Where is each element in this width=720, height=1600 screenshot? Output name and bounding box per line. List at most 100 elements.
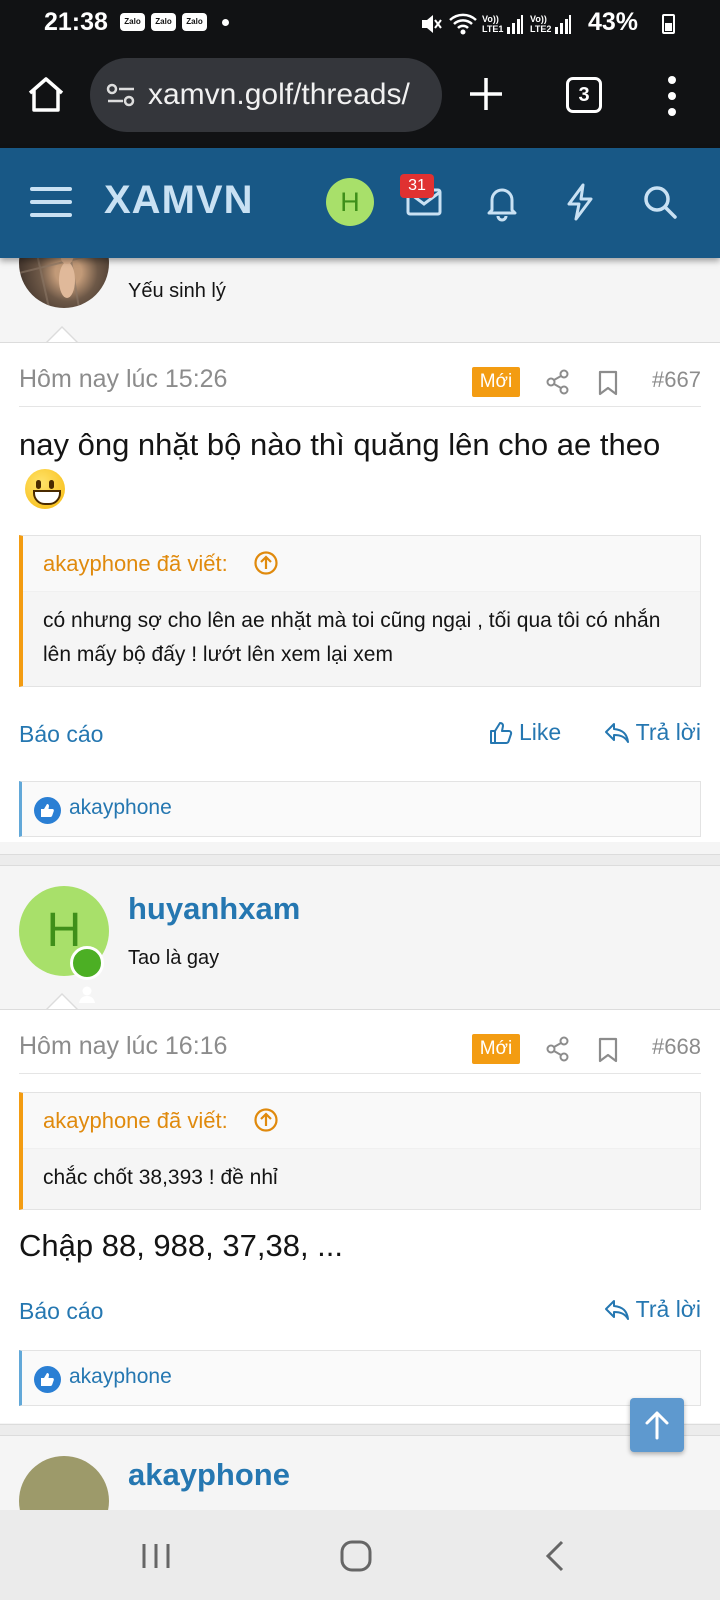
like-reaction-icon <box>34 797 61 824</box>
site-settings-icon[interactable] <box>106 82 136 108</box>
user-title: Yếu sinh lý <box>128 280 226 302</box>
recent-apps-icon[interactable] <box>136 1538 176 1574</box>
share-icon[interactable] <box>546 369 570 395</box>
post-667: Hôm nay lúc 15:26 Mới #667 nay ông nhặt … <box>0 342 720 842</box>
user-avatar[interactable]: H <box>19 886 109 1003</box>
post-668: Hôm nay lúc 16:16 Mới #668 akayphone đã … <box>0 1009 720 1423</box>
post-actions: Báo cáo Like Trả lời <box>19 715 701 755</box>
search-icon[interactable] <box>640 182 680 222</box>
post-body-text: Chập 88, 988, 37,38, ... <box>19 1228 344 1263</box>
new-tab-icon[interactable] <box>466 74 506 114</box>
quote-header[interactable]: akayphone đã viết: <box>23 536 700 592</box>
bell-icon[interactable] <box>482 182 522 222</box>
quote-block: akayphone đã viết: chắc chốt 38,393 ! đề… <box>19 1092 701 1210</box>
inbox-badge: 31 <box>400 174 434 198</box>
quote-text: có nhưng sợ cho lên ae nhặt mà toi cũng … <box>43 609 661 666</box>
like-reaction-icon <box>34 1366 61 1393</box>
post-date[interactable]: Hôm nay lúc 15:26 <box>19 365 227 394</box>
account-avatar[interactable]: H <box>326 178 374 226</box>
reaction-user[interactable]: akayphone <box>69 796 172 820</box>
reactions-bar[interactable]: akayphone <box>19 781 701 837</box>
signal-label-1: Vo)) LTE1 <box>482 14 504 34</box>
reply-icon <box>604 1299 629 1320</box>
post-actions: Báo cáo Trả lời <box>19 1292 701 1332</box>
quote-header[interactable]: akayphone đã viết: <box>23 1093 700 1149</box>
home-nav-icon[interactable] <box>336 1538 376 1574</box>
battery-percent: 43% <box>588 8 639 36</box>
new-badge: Mới <box>472 367 520 397</box>
go-to-quote-icon[interactable] <box>253 550 279 576</box>
post-pointer <box>46 326 78 343</box>
avatar-photo-icon <box>19 258 85 308</box>
bookmark-icon[interactable] <box>597 370 619 396</box>
post-meta: Hôm nay lúc 15:26 Mới #667 <box>19 343 701 407</box>
post-user-block: Yếu sinh lý <box>0 258 720 343</box>
post-user-block: H huyanhxam Tao là gay <box>0 867 720 1010</box>
signal-label-2: Vo)) LTE2 <box>530 14 552 34</box>
browser-toolbar: xamvn.golf/threads/ 3 <box>0 48 720 148</box>
system-nav-bar <box>0 1510 720 1600</box>
reactions-bar[interactable]: akayphone <box>19 1350 701 1406</box>
online-status-icon <box>70 946 104 1003</box>
tab-switcher-button[interactable]: 3 <box>566 77 602 113</box>
site-logo[interactable]: XAMVN <box>104 178 253 223</box>
reply-label: Trả lời <box>635 1296 701 1322</box>
reply-button[interactable]: Trả lời <box>604 1296 701 1323</box>
post-user-block: akayphone <box>0 1437 720 1510</box>
post-number[interactable]: #668 <box>652 1034 701 1060</box>
wifi-icon <box>449 13 477 35</box>
quote-block: akayphone đã viết: có nhưng sợ cho lên a… <box>19 535 701 687</box>
address-bar[interactable]: xamvn.golf/threads/ <box>90 58 442 132</box>
back-icon[interactable] <box>538 1538 578 1574</box>
quote-author[interactable]: akayphone đã viết: <box>43 1108 228 1134</box>
post-divider <box>0 1424 720 1436</box>
menu-icon[interactable] <box>30 184 72 220</box>
quote-text: chắc chốt 38,393 ! đề nhỉ <box>43 1166 278 1189</box>
quote-author[interactable]: akayphone đã viết: <box>43 551 228 577</box>
thread-content: Yếu sinh lý Hôm nay lúc 15:26 Mới #667 n… <box>0 258 720 1510</box>
post-meta: Hôm nay lúc 16:16 Mới #668 <box>19 1010 701 1074</box>
status-time: 21:38 <box>44 8 108 36</box>
reply-button[interactable]: Trả lời <box>604 719 701 746</box>
reaction-user[interactable]: akayphone <box>69 1365 172 1389</box>
report-link[interactable]: Báo cáo <box>19 721 103 748</box>
status-bar: 21:38 Zalo Zalo Zalo Vo)) LTE1 Vo)) LTE2… <box>0 0 720 48</box>
user-avatar[interactable] <box>19 1456 109 1510</box>
reply-icon <box>604 722 629 743</box>
post-pointer <box>46 993 78 1010</box>
more-vert-icon[interactable] <box>666 74 678 118</box>
post-number[interactable]: #667 <box>652 367 701 393</box>
share-icon[interactable] <box>546 1036 570 1062</box>
zalo-notification-icon: Zalo <box>151 13 176 31</box>
whats-new-bolt-icon[interactable] <box>560 182 600 222</box>
user-avatar[interactable] <box>19 258 109 308</box>
like-button[interactable]: Like <box>489 719 561 746</box>
username[interactable]: huyanhxam <box>128 891 300 927</box>
go-to-quote-icon[interactable] <box>253 1107 279 1133</box>
scroll-to-top-button[interactable] <box>630 1398 684 1452</box>
mute-icon <box>422 15 442 33</box>
more-notifications-dot <box>222 19 229 26</box>
username[interactable]: akayphone <box>128 1457 290 1493</box>
thumbs-up-icon <box>490 721 513 744</box>
signal-icon <box>555 15 571 34</box>
status-icons: Vo)) LTE1 Vo)) LTE2 <box>420 8 572 40</box>
arrow-up-icon <box>645 1411 669 1440</box>
battery-icon <box>662 14 675 34</box>
user-title: Tao là gay <box>128 947 220 969</box>
post-body: nay ông nhặt bộ nào thì quăng lên cho ae… <box>19 421 701 517</box>
post-body-text: nay ông nhặt bộ nào thì quăng lên cho ae… <box>19 427 661 462</box>
report-link[interactable]: Báo cáo <box>19 1298 103 1325</box>
zalo-notification-icon: Zalo <box>120 13 145 31</box>
reply-label: Trả lời <box>635 719 701 745</box>
post-date[interactable]: Hôm nay lúc 16:16 <box>19 1032 227 1061</box>
new-badge: Mới <box>472 1034 520 1064</box>
url-text[interactable]: xamvn.golf/threads/ <box>148 78 410 112</box>
zalo-notification-icon: Zalo <box>182 13 207 31</box>
site-header: XAMVN H 31 <box>0 148 720 258</box>
home-icon[interactable] <box>24 73 68 117</box>
grinning-emoji-icon <box>25 469 65 509</box>
bookmark-icon[interactable] <box>597 1037 619 1063</box>
like-label: Like <box>519 719 562 745</box>
post-divider <box>0 854 720 866</box>
